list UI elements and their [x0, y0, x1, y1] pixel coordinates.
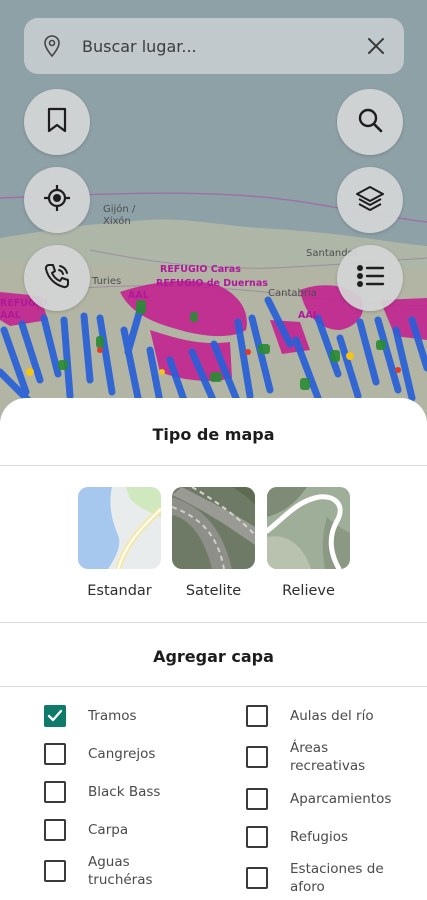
checkbox[interactable]	[246, 746, 268, 768]
layer-option-tramos[interactable]: Tramos	[44, 705, 208, 727]
map-options-sheet: Tipo de mapa Estandar Satelite Relieve A…	[0, 398, 427, 900]
map-label-turies: Turies	[91, 276, 121, 287]
divider	[0, 686, 427, 687]
my-location-button[interactable]	[24, 167, 90, 233]
saved-places-button[interactable]	[24, 89, 90, 155]
layer-label: Refugios	[290, 829, 349, 845]
map-type-relieve[interactable]: Relieve	[267, 487, 350, 599]
layer-label: Aulas del río	[290, 708, 374, 724]
map-label-refugio-duernas: REFUGIO de Duernas	[156, 278, 268, 289]
emergency-call-button[interactable]	[24, 245, 90, 311]
search-button[interactable]	[337, 89, 403, 155]
search-icon	[356, 106, 384, 139]
map-type-label: Estandar	[87, 583, 152, 599]
layer-option-areas-recreativas[interactable]: Áreas recreativas	[246, 739, 380, 775]
layer-label: Áreas recreativas	[290, 740, 366, 774]
layer-label: Black Bass	[88, 784, 161, 800]
layer-option-refugios[interactable]: Refugios	[246, 826, 410, 848]
location-pin-icon	[40, 34, 64, 58]
layer-label: Estaciones de aforo	[290, 861, 384, 895]
layer-option-cangrejos[interactable]: Cangrejos	[44, 743, 208, 765]
divider	[0, 465, 427, 466]
map-type-label: Satelite	[185, 583, 242, 599]
layers-button[interactable]	[337, 167, 403, 233]
terrain-map-thumbnail	[267, 487, 350, 569]
layer-option-aulas-del-rio[interactable]: Aulas del río	[246, 705, 410, 727]
layer-label: Aparcamientos	[290, 791, 392, 807]
map-label-gijon: Gijón /	[103, 203, 136, 215]
layer-label: Tramos	[88, 708, 137, 724]
layer-option-aparcamientos[interactable]: Aparcamientos	[246, 788, 410, 810]
layer-option-carpa[interactable]: Carpa	[44, 819, 208, 841]
layer-option-aguas-trucheras[interactable]: Aguas truchéras	[44, 853, 174, 889]
map-type-estandar[interactable]: Estandar	[78, 487, 161, 599]
checkbox[interactable]	[44, 743, 66, 765]
map-label-refugio-caras: REFUGIO Caras	[160, 264, 241, 275]
checkbox[interactable]	[44, 781, 66, 803]
checkbox[interactable]	[246, 788, 268, 810]
checkbox-checked[interactable]	[44, 705, 66, 727]
map-label-aal: AAL	[128, 290, 149, 301]
layer-label: Carpa	[88, 822, 129, 838]
map-label-cantabria: Cantabria	[268, 288, 317, 299]
map-label-aal-2: AAL	[0, 310, 21, 321]
search-input[interactable]: Buscar lugar...	[82, 37, 362, 56]
phone-call-icon	[43, 262, 71, 295]
divider	[0, 622, 427, 623]
map-label-aal-3: AAL	[298, 310, 319, 321]
checkbox[interactable]	[246, 826, 268, 848]
legend-button[interactable]	[337, 245, 403, 311]
layer-label: Aguas truchéras	[88, 854, 153, 888]
map-type-label: Relieve	[282, 583, 335, 599]
checkbox[interactable]	[246, 705, 268, 727]
layer-option-black-bass[interactable]: Black Bass	[44, 781, 208, 803]
close-icon[interactable]	[362, 32, 390, 60]
layers-title: Agregar capa	[153, 647, 274, 666]
standard-map-thumbnail	[78, 487, 161, 569]
checkbox[interactable]	[246, 867, 268, 889]
map-type-title: Tipo de mapa	[152, 425, 275, 444]
layer-label: Cangrejos	[88, 746, 156, 762]
layers-icon	[355, 184, 385, 217]
checkbox[interactable]	[44, 819, 66, 841]
layer-option-estaciones-de-aforo[interactable]: Estaciones de aforo	[246, 860, 400, 896]
bookmark-icon	[44, 106, 70, 139]
list-icon	[355, 263, 385, 294]
gps-target-icon	[43, 184, 71, 217]
satellite-map-thumbnail	[172, 487, 255, 569]
search-bar[interactable]: Buscar lugar...	[24, 18, 404, 74]
map-type-satelite[interactable]: Satelite	[172, 487, 255, 599]
map-label-xixon: Xixón	[103, 215, 131, 227]
checkbox[interactable]	[44, 860, 66, 882]
